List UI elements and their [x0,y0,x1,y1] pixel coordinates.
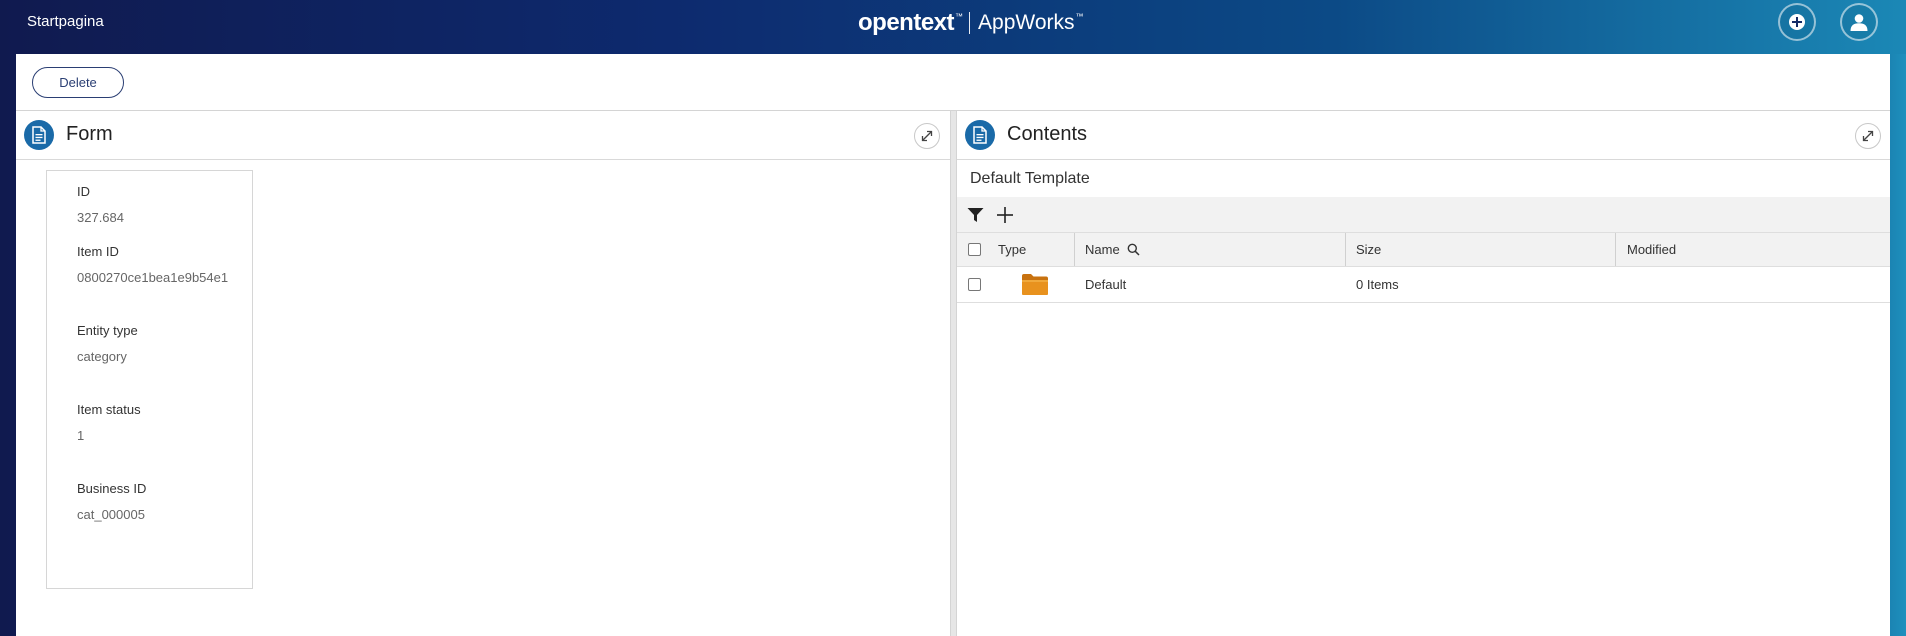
column-size[interactable]: Size [1356,233,1381,266]
brand-company: opentext [858,9,955,36]
field-label: ID [77,184,90,199]
field-value: cat_000005 [77,507,145,522]
plus-circle-icon [1789,14,1805,30]
folder-icon [1021,273,1049,297]
add-button[interactable] [1778,3,1816,41]
filter-icon [967,208,983,222]
column-type[interactable]: Type [998,233,1026,266]
brand-product-tm: ™ [1075,11,1084,21]
contents-panel-title: Contents [1007,123,1088,145]
template-title: Default Template [970,170,1090,187]
field-label: Item status [77,402,141,417]
field-business-id: Business ID cat_000005 [77,481,146,522]
form-panel: Form ID 327.684 Item ID 0800270ce1bea1e9… [16,111,951,636]
expand-icon [921,130,933,142]
add-icon [997,207,1013,223]
top-bar: Startpagina opentext ™ AppWorks ™ [0,0,1906,54]
form-card: ID 327.684 Item ID 0800270ce1bea1e9b54e1… [46,170,253,589]
field-entity-type: Entity type category [77,323,138,364]
field-value: category [77,349,127,364]
column-separator [1074,233,1075,266]
column-name[interactable]: Name [1085,233,1140,266]
contents-toolbar [957,197,1891,233]
action-bar: Delete [16,54,1890,111]
field-value: 0800270ce1bea1e9b54e1 [77,270,229,285]
field-label: Entity type [77,323,138,338]
brand-logo: opentext ™ AppWorks ™ [858,6,1084,40]
delete-button[interactable]: Delete [32,67,124,98]
field-label: Item ID [77,244,119,259]
workspace: Delete Form ID 327.684 Item ID 0800270ce… [16,54,1891,636]
column-separator [1615,233,1616,266]
field-value: 327.684 [77,210,124,225]
select-all-checkbox[interactable] [968,243,981,256]
contents-panel: Contents Default Template Type Name Size… [956,111,1891,636]
table-row[interactable]: Default 0 Items [957,267,1891,303]
brand-company-tm: ™ [955,11,964,21]
contents-panel-header: Contents [957,111,1891,160]
contents-table: Type Name Size Modified Default 0 Items [957,233,1891,303]
form-expand-button[interactable] [914,123,940,149]
form-panel-title: Form [66,123,113,145]
column-name-label: Name [1085,242,1120,257]
row-name[interactable]: Default [1085,267,1126,302]
brand-product: AppWorks [978,11,1075,34]
field-label: Business ID [77,481,147,496]
document-icon [965,120,995,150]
row-checkbox[interactable] [968,278,981,291]
field-value: 1 [77,428,85,443]
field-id: ID 327.684 [77,184,124,225]
filter-button[interactable] [965,205,985,225]
brand-divider [969,12,971,34]
home-link[interactable]: Startpagina [27,13,104,30]
table-header: Type Name Size Modified [957,233,1891,267]
column-modified[interactable]: Modified [1627,233,1676,266]
field-item-status: Item status 1 [77,402,141,443]
column-separator [1345,233,1346,266]
document-icon [24,120,54,150]
form-panel-header: Form [16,111,950,160]
contents-expand-button[interactable] [1855,123,1881,149]
add-item-button[interactable] [995,205,1015,225]
search-icon[interactable] [1127,243,1140,256]
row-size: 0 Items [1356,277,1399,292]
expand-icon [1862,130,1874,142]
user-icon [1850,14,1868,31]
background-edge [1890,54,1906,636]
user-menu-button[interactable] [1840,3,1878,41]
field-item-id: Item ID 0800270ce1bea1e9b54e1 [77,244,228,285]
